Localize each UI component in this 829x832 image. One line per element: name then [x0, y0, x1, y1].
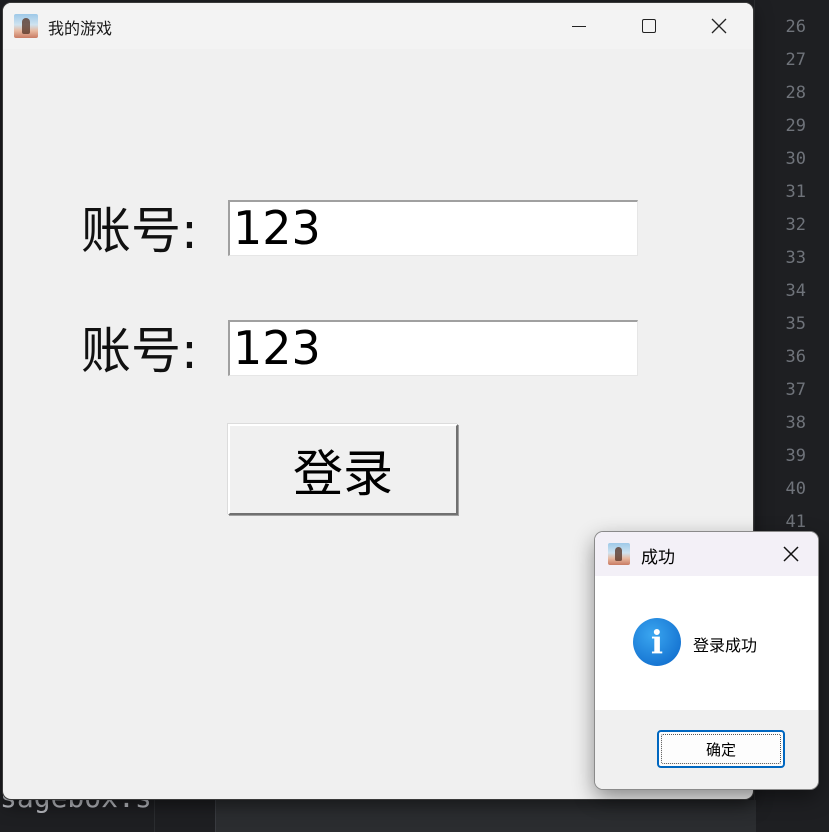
- maximize-button[interactable]: [614, 3, 684, 49]
- line-number: 40: [785, 479, 806, 499]
- line-number: 34: [785, 281, 806, 301]
- account-input[interactable]: 123: [228, 200, 638, 256]
- account-label: 账号:: [81, 202, 198, 260]
- close-button[interactable]: [684, 3, 753, 49]
- main-titlebar[interactable]: 我的游戏: [3, 3, 753, 49]
- line-number: 32: [785, 215, 806, 235]
- info-icon: i: [633, 618, 681, 666]
- dialog-close-button[interactable]: [775, 540, 807, 568]
- line-number: 31: [785, 182, 806, 202]
- line-number: 30: [785, 149, 806, 169]
- line-number: 36: [785, 347, 806, 367]
- window-title: 我的游戏: [48, 19, 113, 38]
- minimize-button[interactable]: [544, 3, 614, 49]
- line-number: 37: [785, 380, 806, 400]
- line-number: 41: [785, 512, 806, 532]
- app-icon: [14, 14, 38, 38]
- line-number: 35: [785, 314, 806, 334]
- line-number: 39: [785, 446, 806, 466]
- password-label: 账号:: [81, 322, 198, 380]
- minimize-icon: [572, 25, 586, 27]
- maximize-icon: [642, 19, 656, 33]
- dialog-footer: 确定: [595, 710, 818, 789]
- line-number: 26: [785, 17, 806, 37]
- dialog-title: 成功: [641, 548, 675, 568]
- line-number: 28: [785, 83, 806, 103]
- line-number: 29: [785, 116, 806, 136]
- dialog-body: i 登录成功: [595, 576, 818, 710]
- line-number: 27: [785, 50, 806, 70]
- password-input[interactable]: 123: [228, 320, 638, 376]
- close-icon: [783, 546, 799, 562]
- ok-button[interactable]: 确定: [657, 730, 785, 768]
- line-number: 38: [785, 413, 806, 433]
- dialog-app-icon: [608, 543, 630, 565]
- close-icon: [711, 18, 727, 34]
- line-number: 33: [785, 248, 806, 268]
- success-dialog: 成功 i 登录成功 确定: [595, 532, 818, 789]
- ide-bottom-strip: [215, 800, 756, 832]
- dialog-message: 登录成功: [693, 636, 758, 655]
- login-button[interactable]: 登录: [228, 424, 458, 515]
- dialog-titlebar[interactable]: 成功: [595, 532, 818, 576]
